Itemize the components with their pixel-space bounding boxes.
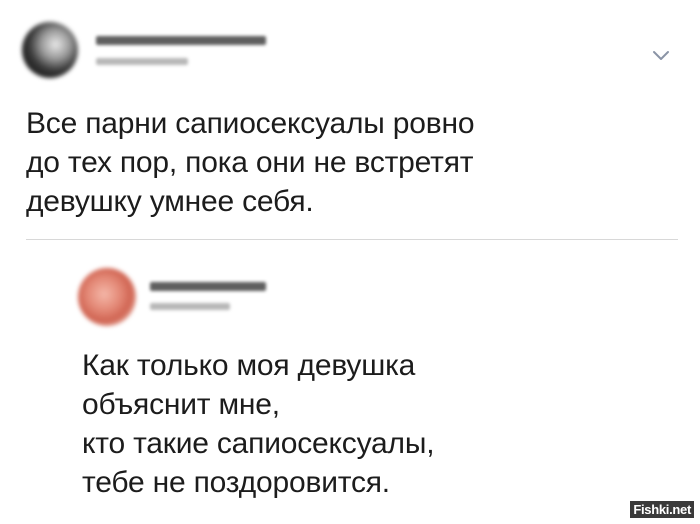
- reply-text-line: Как только моя девушка: [82, 349, 416, 382]
- watermark: Fishki.net: [630, 501, 694, 518]
- reply-author-name-blurred[interactable]: [150, 282, 266, 291]
- divider: [26, 239, 678, 240]
- reply-text-line: тебе не поздоровится.: [82, 466, 390, 499]
- tweet-text: Все парни сапиосексуалы ровно до тех пор…: [26, 104, 646, 221]
- reply-text-line: кто такие сапиосексуалы,: [82, 427, 435, 460]
- chevron-down-icon[interactable]: [652, 50, 670, 62]
- author-handle-blurred: [96, 58, 188, 65]
- author-name-blurred[interactable]: [96, 36, 266, 45]
- avatar[interactable]: [78, 268, 136, 326]
- tweet-text-line: до тех пор, пока они не встретят: [26, 146, 474, 179]
- avatar[interactable]: [22, 22, 78, 78]
- tweet-text-line: девушку умнее себя.: [26, 185, 314, 218]
- tweet-text-line: Все парни сапиосексуалы ровно: [26, 107, 475, 140]
- reply-text-line: объяснит мне,: [82, 388, 280, 421]
- reply-author-handle-blurred: [150, 303, 230, 310]
- reply-text: Как только моя девушка объяснит мне, кто…: [82, 346, 682, 502]
